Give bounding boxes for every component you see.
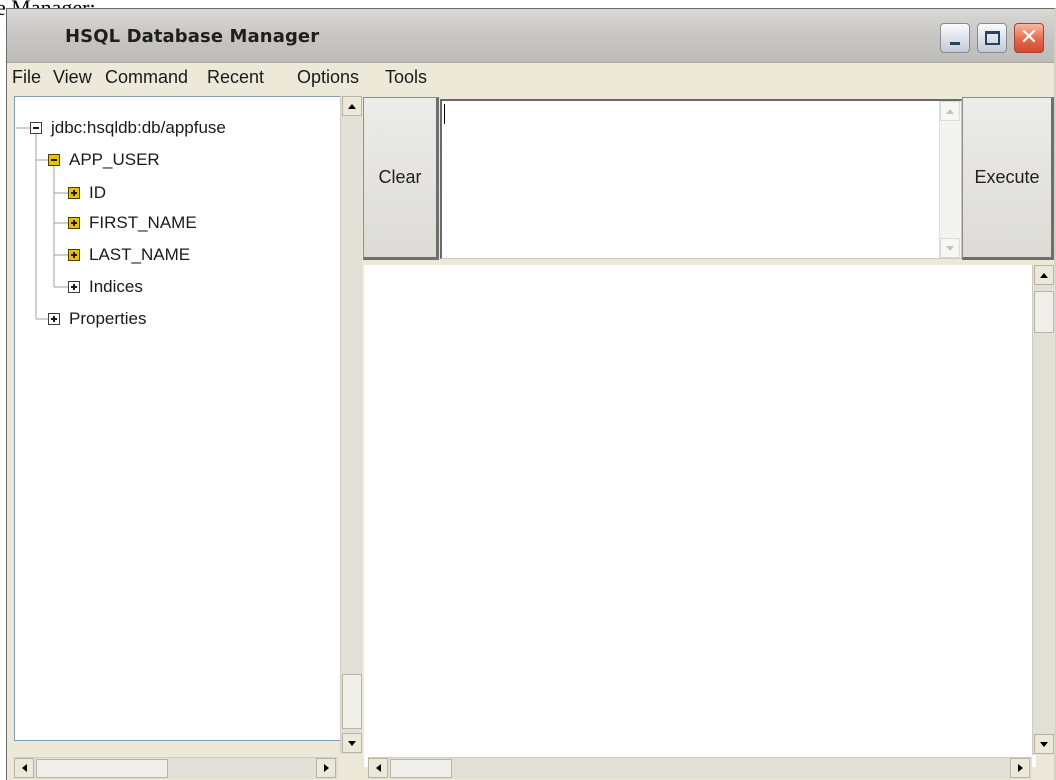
menu-recent[interactable]: Recent <box>207 67 264 88</box>
sql-input-scrollbar[interactable] <box>939 101 961 258</box>
expand-icon[interactable] <box>48 313 60 325</box>
arrow-left-icon <box>375 764 381 772</box>
scroll-left-button[interactable] <box>14 758 34 778</box>
results-pane <box>364 265 1036 767</box>
table-label: APP_USER <box>69 150 160 169</box>
tree-node-connection[interactable]: jdbc:hsqldb:db/appfuse <box>30 118 226 138</box>
menu-command[interactable]: Command <box>105 67 188 88</box>
column-label: ID <box>89 183 106 202</box>
title-bar[interactable]: HSQL Database Manager ✕ <box>7 9 1054 63</box>
arrow-right-icon <box>1017 764 1023 772</box>
arrow-right-icon <box>323 764 329 772</box>
scroll-right-button[interactable] <box>1010 758 1030 778</box>
arrow-left-icon <box>21 764 27 772</box>
expand-icon[interactable] <box>68 281 80 293</box>
tree-vertical-scrollbar[interactable] <box>340 96 362 754</box>
close-icon: ✕ <box>1019 25 1039 50</box>
properties-label: Properties <box>69 309 147 328</box>
collapse-icon[interactable] <box>30 122 42 134</box>
tree-horizontal-scrollbar[interactable] <box>14 757 338 779</box>
expand-icon[interactable] <box>68 249 80 261</box>
tree-node-properties[interactable]: Properties <box>48 309 146 329</box>
menu-file[interactable]: File <box>12 67 41 88</box>
tree-node-table[interactable]: APP_USER <box>48 150 160 170</box>
close-button[interactable]: ✕ <box>1014 23 1044 53</box>
schema-tree[interactable]: jdbc:hsqldb:db/appfuse APP_USER ID FIRST… <box>14 96 346 741</box>
tree-node-column[interactable]: LAST_NAME <box>68 245 190 265</box>
app-window: HSQL Database Manager ✕ File View Comman… <box>6 8 1056 780</box>
menu-bar: File View Command Recent Options Tools <box>7 64 1054 94</box>
scroll-up-button[interactable] <box>342 96 362 116</box>
scroll-down-button[interactable] <box>940 238 960 258</box>
clear-button[interactable]: Clear <box>363 97 439 260</box>
minimize-button[interactable] <box>940 23 970 53</box>
results-vertical-scrollbar[interactable] <box>1032 265 1055 755</box>
arrow-down-icon <box>348 740 356 746</box>
scroll-thumb[interactable] <box>390 759 452 778</box>
expand-icon[interactable] <box>68 217 80 229</box>
window-title: HSQL Database Manager <box>65 26 320 47</box>
maximize-icon <box>985 31 1000 45</box>
sql-command-input[interactable] <box>440 99 962 259</box>
scroll-right-button[interactable] <box>316 758 336 778</box>
arrow-up-icon <box>348 103 356 109</box>
scroll-thumb[interactable] <box>342 674 362 729</box>
column-label: LAST_NAME <box>89 245 191 264</box>
connection-label: jdbc:hsqldb:db/appfuse <box>51 118 226 137</box>
scroll-down-button[interactable] <box>342 733 362 753</box>
minimize-icon <box>950 42 960 45</box>
scroll-thumb[interactable] <box>1034 291 1054 333</box>
column-label: FIRST_NAME <box>89 213 197 232</box>
execute-button[interactable]: Execute <box>962 97 1054 260</box>
scroll-down-button[interactable] <box>1034 734 1054 754</box>
expand-icon[interactable] <box>68 187 80 199</box>
arrow-down-icon <box>946 245 954 251</box>
tree-node-indices[interactable]: Indices <box>68 277 143 297</box>
maximize-button[interactable] <box>977 23 1007 53</box>
tree-node-column[interactable]: FIRST_NAME <box>68 213 197 233</box>
tree-node-column[interactable]: ID <box>68 183 106 203</box>
scroll-thumb[interactable] <box>36 759 168 778</box>
results-horizontal-scrollbar[interactable] <box>368 757 1032 779</box>
arrow-down-icon <box>1040 741 1048 747</box>
scroll-up-button[interactable] <box>1034 265 1054 285</box>
collapse-icon[interactable] <box>48 154 60 166</box>
menu-options[interactable]: Options <box>297 67 359 88</box>
scroll-up-button[interactable] <box>940 101 960 121</box>
menu-view[interactable]: View <box>53 67 92 88</box>
text-caret <box>444 104 445 124</box>
scroll-left-button[interactable] <box>368 758 388 778</box>
menu-tools[interactable]: Tools <box>385 67 427 88</box>
arrow-up-icon <box>1040 272 1048 278</box>
arrow-up-icon <box>946 108 954 114</box>
indices-label: Indices <box>89 277 143 296</box>
